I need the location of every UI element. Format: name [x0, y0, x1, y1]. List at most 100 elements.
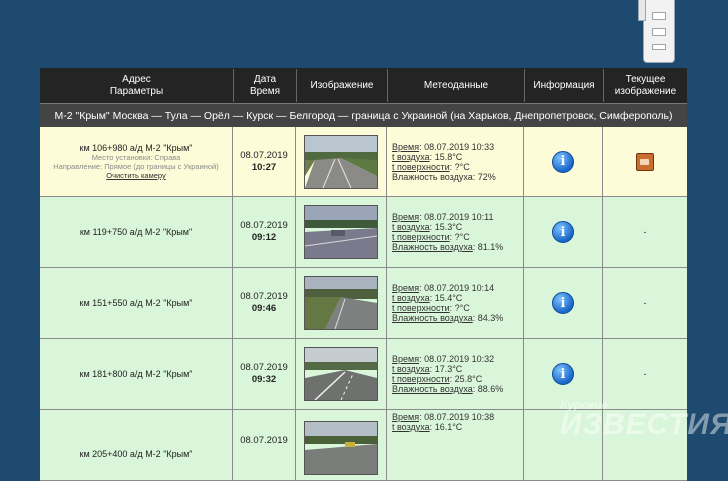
date-cell: 08.07.2019 09:12 — [233, 197, 296, 268]
info-icon[interactable]: i — [552, 150, 574, 173]
current-cell — [603, 127, 687, 197]
address-text: км 181+800 а/д М-2 "Крым" — [79, 369, 193, 379]
usb-pin — [638, 0, 646, 21]
col-current-line1: Текущее — [625, 73, 666, 85]
meteo-time-label: Время — [392, 354, 420, 364]
camera-thumbnail[interactable] — [304, 421, 378, 475]
address-cell: км 119+750 а/д М-2 "Крым" — [40, 197, 233, 268]
road-photo — [305, 135, 377, 188]
col-date: Дата Время — [234, 69, 297, 102]
image-cell — [296, 268, 387, 339]
table-row: км 106+980 а/д М-2 "Крым" Место установк… — [40, 127, 687, 197]
info-icon[interactable]: i — [552, 363, 574, 385]
meteo-surface: 25.8°C — [454, 374, 483, 384]
meteo-air: 15.3°C — [434, 222, 463, 232]
address-cell: км 151+550 а/д М-2 "Крым" — [40, 268, 233, 339]
meteo-cell: Время: 08.07.2019 10:11 t воздуха: 15.3°… — [387, 197, 524, 268]
address-cell: км 106+980 а/д М-2 "Крым" Место установк… — [40, 127, 233, 197]
info-icon[interactable]: i — [552, 292, 574, 314]
col-image: Изображение — [297, 69, 388, 102]
info-icon[interactable]: i — [552, 221, 574, 243]
info-cell: i — [524, 197, 603, 268]
col-meteo-label: Метеоданные — [423, 79, 489, 91]
camera-thumbnail[interactable] — [304, 276, 378, 330]
meteo-air: 15.8°C — [434, 151, 463, 162]
usb-slot — [652, 28, 666, 36]
clear-camera-link[interactable]: Очистить камеру — [106, 171, 166, 180]
date-text: 08.07.2019 — [240, 149, 288, 161]
meteo-time: 08.07.2019 10:11 — [424, 212, 494, 222]
table-row: км 151+550 а/д М-2 "Крым" 08.07.2019 09:… — [40, 268, 687, 339]
current-cell: - — [603, 339, 687, 410]
image-cell — [296, 339, 387, 410]
usb-plug-decoration — [638, 0, 675, 63]
meteo-humidity-label: Влажность воздуха — [392, 313, 473, 323]
col-address-line1: Адрес — [122, 73, 151, 85]
col-info-label: Информация — [533, 79, 595, 91]
address-text: км 151+550 а/д М-2 "Крым" — [79, 298, 193, 308]
image-cell — [296, 197, 387, 268]
meteo-time: 08.07.2019 10:33 — [424, 141, 495, 152]
camera-thumbnail[interactable] — [304, 205, 378, 259]
address-text: км 205+400 а/д М-2 "Крым" — [79, 449, 193, 459]
meteo-time-label: Время — [392, 283, 420, 293]
col-date-line2: Время — [249, 85, 281, 97]
route-title: М-2 "Крым" Москва — Тула — Орёл — Курск … — [40, 103, 687, 128]
image-cell — [296, 127, 387, 197]
meteo-time: 08.07.2019 10:14 — [424, 283, 495, 293]
meteo-humidity-label: Влажность воздуха — [392, 242, 473, 252]
meteo-humidity-label: Влажность воздуха — [392, 384, 473, 394]
date-text: 08.07.2019 — [240, 362, 288, 373]
meteo-time: 08.07.2019 10:32 — [424, 354, 495, 364]
col-info: Информация — [525, 69, 604, 102]
meteo-humidity-label: Влажность воздуха — [392, 171, 473, 182]
date-text: 08.07.2019 — [240, 435, 288, 446]
meteo-air-label: t воздуха — [392, 422, 430, 432]
meteo-surface: ?°C — [454, 161, 470, 172]
col-address: Адрес Параметры — [40, 69, 234, 102]
meteo-humidity: 72% — [477, 171, 496, 182]
camera-thumbnail[interactable] — [304, 347, 378, 401]
time-text: 09:32 — [251, 374, 277, 385]
meteo-humidity: 81.1% — [477, 242, 504, 252]
table-header: Адрес Параметры Дата Время Изображение Мет… — [40, 68, 687, 103]
meteo-humidity: 84.3% — [477, 313, 504, 323]
meteo-cell: Время: 08.07.2019 10:32 t воздуха: 17.3°… — [387, 339, 524, 410]
meteo-air-label: t воздуха — [392, 364, 430, 374]
meteo-time: 08.07.2019 10:38 — [424, 412, 495, 422]
meteo-time-label: Время — [392, 412, 420, 422]
col-image-label: Изображение — [310, 79, 374, 91]
no-image-dash: - — [643, 369, 647, 379]
time-text: 09:12 — [251, 232, 277, 243]
meteo-time-label: Время — [392, 212, 420, 222]
camera-thumbnail[interactable] — [304, 134, 378, 189]
time-text: 10:27 — [251, 161, 277, 173]
meteo-surface-label: t поверхности — [392, 303, 450, 313]
date-cell: 08.07.2019 09:32 — [233, 339, 296, 410]
road-photo — [305, 348, 377, 400]
meteo-cell: Время: 08.07.2019 10:38 t воздуха: 16.1°… — [387, 410, 524, 481]
col-date-line1: Дата — [253, 73, 277, 85]
meteo-air-label: t воздуха — [392, 151, 430, 162]
meteo-air-label: t воздуха — [392, 222, 430, 232]
meteo-surface-label: t поверхности — [392, 374, 450, 384]
meteo-cell: Время: 08.07.2019 10:14 t воздуха: 15.4°… — [387, 268, 524, 339]
road-photo — [305, 277, 377, 329]
no-image-dash: - — [643, 227, 647, 237]
address-text: км 119+750 а/д М-2 "Крым" — [79, 227, 193, 237]
meteo-surface-label: t поверхности — [392, 161, 450, 172]
location-text: Место установки: Справа — [91, 153, 181, 162]
time-text: 09:46 — [251, 303, 277, 314]
direction-text: Направление: Прямое (до границы с Украин… — [53, 162, 219, 171]
col-address-line2: Параметры — [109, 85, 164, 97]
meteo-surface-label: t поверхности — [392, 232, 450, 242]
watermark-main: ИЗВЕСТИЯ — [560, 408, 728, 441]
date-cell: 08.07.2019 — [233, 410, 296, 481]
meteo-air: 17.3°C — [434, 364, 463, 374]
address-text: км 106+980 а/д М-2 "Крым" — [79, 143, 193, 153]
image-cell — [296, 410, 387, 481]
current-image-icon[interactable] — [636, 152, 654, 171]
meteo-cell: Время: 08.07.2019 10:33 t воздуха: 15.8°… — [387, 127, 524, 197]
road-photo — [305, 206, 377, 258]
usb-slot — [652, 12, 666, 20]
